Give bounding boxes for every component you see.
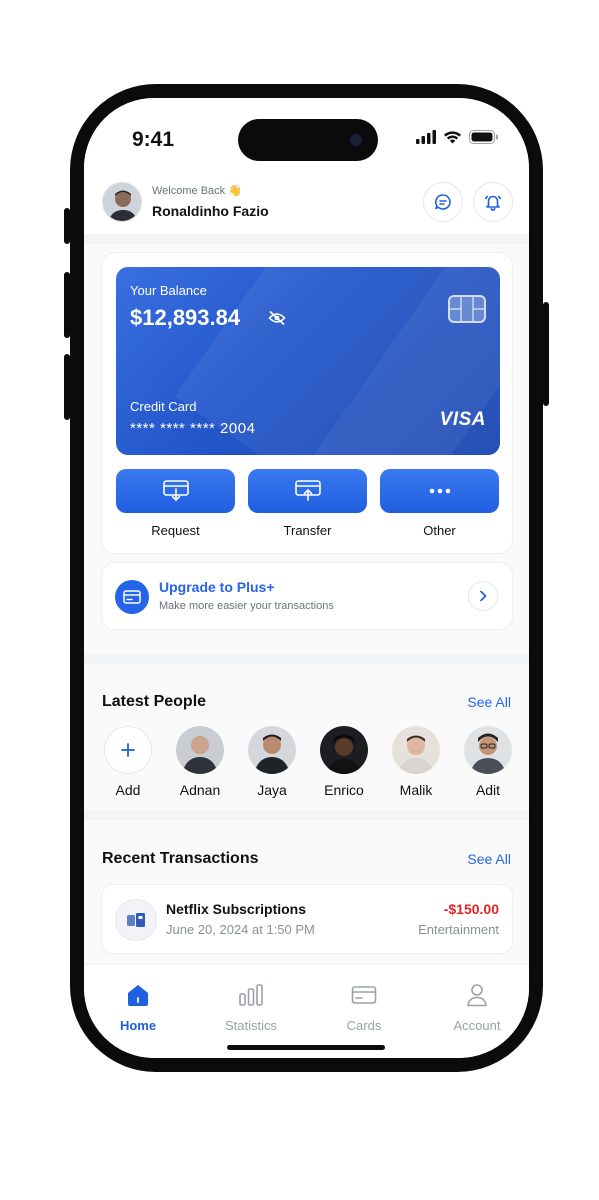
home-icon [128, 985, 148, 1006]
request-label: Request [151, 523, 200, 538]
dynamic-island [238, 119, 378, 161]
tab-label: Statistics [224, 1018, 277, 1033]
bottom-tab-bar: Home Statistics Cards Account [84, 964, 529, 1058]
home-indicator [227, 1045, 385, 1050]
wifi-icon [444, 131, 461, 144]
status-time: 9:41 [132, 128, 175, 151]
welcome-text: Welcome Back 👋 [152, 185, 242, 197]
avatar [464, 726, 512, 774]
transaction-row[interactable]: Netflix Subscriptions June 20, 2024 at 1… [101, 884, 513, 954]
transaction-date: June 20, 2024 at 1:50 PM [166, 922, 315, 937]
chat-bubble-icon [435, 194, 451, 210]
tab-label: Home [119, 1018, 157, 1033]
card-chip-icon [448, 295, 486, 323]
front-camera [350, 134, 362, 146]
upgrade-icon [115, 580, 149, 614]
volume-up-button [64, 272, 70, 338]
person-name: Jaya [257, 782, 287, 798]
upgrade-title: Upgrade to Plus+ [159, 579, 275, 595]
plus-icon [121, 743, 135, 757]
card-number: **** **** **** 2004 [130, 420, 256, 437]
person-adnan[interactable]: Adnan [170, 726, 230, 798]
notifications-button[interactable] [473, 182, 513, 222]
avatar[interactable] [102, 182, 142, 222]
person-malik[interactable]: Malik [386, 726, 446, 798]
transaction-title: Netflix Subscriptions [166, 901, 307, 917]
other-button[interactable] [380, 469, 499, 513]
power-button [543, 302, 549, 406]
tab-home[interactable]: Home [93, 983, 183, 1033]
person-adit[interactable]: Adit [458, 726, 518, 798]
avatar [320, 726, 368, 774]
person-name: Adnan [179, 782, 221, 798]
person-name: Malik [399, 782, 433, 798]
person-name: Add [115, 782, 141, 798]
avatar [392, 726, 440, 774]
person-jaya[interactable]: Jaya [242, 726, 302, 798]
more-dots-icon [429, 488, 450, 494]
app-screen: 9:41 Welcome Back 👋 Ronaldinho Fazio You… [84, 98, 529, 1058]
upgrade-subtitle: Make more easier your transactions [159, 600, 334, 612]
balance-section: Your Balance $12,893.84 Credit Card ****… [84, 244, 529, 654]
messages-button[interactable] [423, 182, 463, 222]
bell-icon [484, 195, 502, 211]
status-bar: 9:41 [84, 98, 529, 168]
user-avatar-icon [103, 183, 141, 221]
user-icon [467, 984, 487, 1007]
user-name: Ronaldinho Fazio [152, 203, 269, 219]
transaction-category: Entertainment [418, 922, 499, 937]
tab-statistics[interactable]: Statistics [206, 983, 296, 1033]
tab-cards[interactable]: Cards [319, 983, 409, 1033]
eye-off-icon[interactable] [268, 311, 286, 325]
person-name: Enrico [324, 782, 364, 798]
profile-header: Welcome Back 👋 Ronaldinho Fazio [84, 168, 529, 234]
balance-amount: $12,893.84 [130, 305, 241, 330]
upgrade-arrow-button[interactable] [468, 581, 498, 611]
avatar [176, 726, 224, 774]
subscription-card-icon [127, 913, 145, 927]
phone-frame: 9:41 Welcome Back 👋 Ronaldinho Fazio You… [64, 84, 549, 1072]
chevron-right-icon [480, 590, 487, 602]
battery-icon [469, 130, 498, 144]
recent-transactions-title: Recent Transactions [102, 850, 259, 867]
download-tray-icon [162, 480, 189, 501]
transaction-amount: -$150.00 [443, 901, 499, 917]
person-name: Adit [475, 782, 501, 798]
credit-card-icon [351, 986, 377, 1004]
visa-logo: VISA [439, 409, 486, 430]
other-label: Other [423, 523, 456, 538]
upload-tray-icon [294, 480, 321, 501]
transfer-button[interactable] [248, 469, 367, 513]
signal-icon [416, 130, 436, 144]
card-type-label: Credit Card [130, 399, 197, 414]
balance-label: Your Balance [130, 283, 207, 298]
transaction-icon [115, 899, 157, 941]
upgrade-banner[interactable]: Upgrade to Plus+ Make more easier your t… [101, 562, 513, 630]
request-button[interactable] [116, 469, 235, 513]
avatar [248, 726, 296, 774]
latest-people-title: Latest People [102, 693, 207, 710]
bar-chart-icon [239, 984, 263, 1006]
transfer-label: Transfer [283, 523, 332, 538]
status-icons [416, 130, 499, 144]
add-person-button[interactable]: Add [98, 726, 158, 798]
mute-switch [64, 208, 70, 244]
person-enrico[interactable]: Enrico [314, 726, 374, 798]
people-see-all-link[interactable]: See All [467, 694, 511, 710]
credit-card[interactable]: Your Balance $12,893.84 Credit Card ****… [116, 267, 500, 455]
balance-panel: Your Balance $12,893.84 Credit Card ****… [101, 252, 513, 554]
transactions-see-all-link[interactable]: See All [467, 851, 511, 867]
tab-account[interactable]: Account [432, 983, 522, 1033]
tab-label: Cards [346, 1018, 382, 1033]
card-wallet-icon [123, 590, 141, 604]
tab-label: Account [453, 1018, 501, 1033]
volume-down-button [64, 354, 70, 420]
